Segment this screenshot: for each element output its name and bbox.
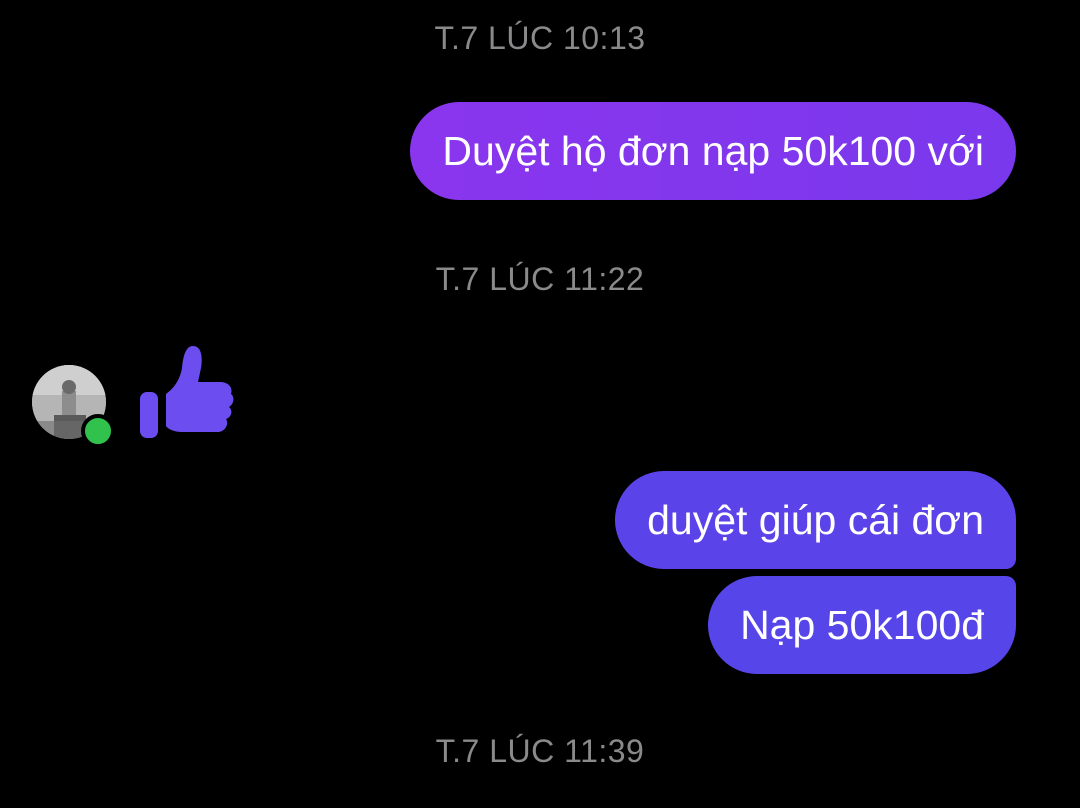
timestamp-divider: T.7 LÚC 11:39 <box>435 733 645 769</box>
online-status-dot <box>81 414 115 448</box>
timestamp-divider: T.7 LÚC 10:13 <box>434 20 646 56</box>
thumbs-up-icon[interactable] <box>136 342 236 442</box>
message-bubble-outgoing[interactable]: Duyệt hộ đơn nạp 50k100 với <box>410 102 1016 200</box>
message-bubble-outgoing[interactable]: Nạp 50k100đ <box>708 576 1016 674</box>
message-bubble-outgoing[interactable]: duyệt giúp cái đơn <box>615 471 1016 569</box>
timestamp-divider: T.7 LÚC 11:22 <box>435 261 645 297</box>
